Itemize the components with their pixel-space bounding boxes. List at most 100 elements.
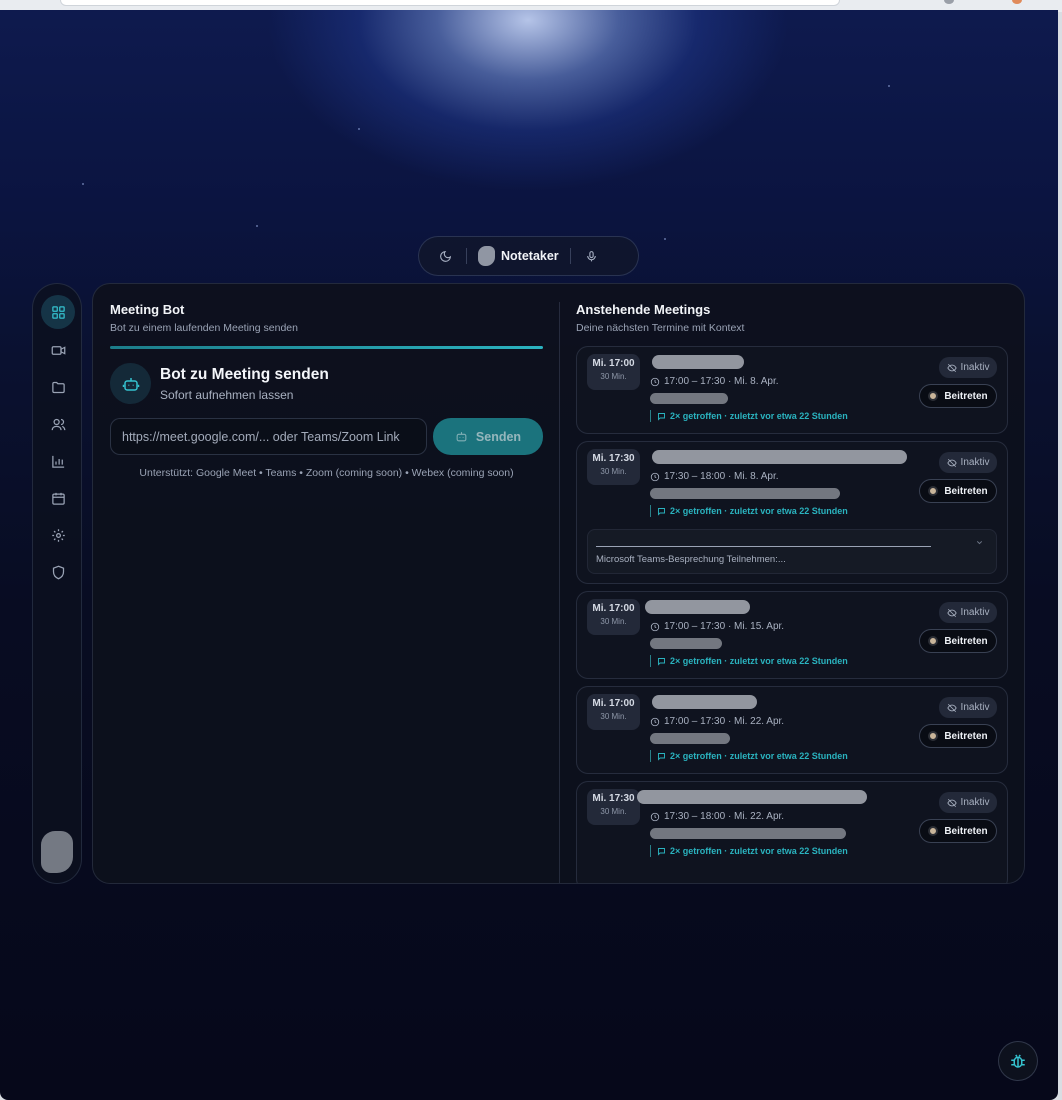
- accent-bar: [110, 346, 543, 349]
- star: [256, 225, 258, 227]
- meeting-bot-panel: Meeting Bot Bot zu einem laufenden Meeti…: [110, 302, 543, 479]
- status-badge[interactable]: Inaktiv: [939, 602, 997, 623]
- upcoming-header: Anstehende Meetings Deine nächsten Termi…: [576, 302, 1008, 334]
- join-label: Beitreten: [944, 635, 988, 647]
- meeting-context-text: 2× getroffen · zuletzt vor etwa 22 Stund…: [670, 751, 848, 761]
- eye-off-icon: [946, 703, 957, 712]
- sidebar-item-dashboard[interactable]: [41, 295, 75, 329]
- chevron-down-icon: [976, 541, 983, 545]
- message-icon: [658, 752, 665, 761]
- browser-extension-icon[interactable]: [1012, 0, 1022, 4]
- bot-icon-wrap: [110, 363, 151, 404]
- sidebar: [32, 283, 82, 884]
- join-label: Beitreten: [944, 730, 988, 742]
- meeting-duration: 30 Min.: [600, 372, 627, 381]
- send-button[interactable]: Senden: [433, 418, 543, 455]
- date-badge: Mi. 17:00 30 Min.: [587, 694, 640, 730]
- sidebar-item-recordings[interactable]: [41, 333, 75, 367]
- meeting-context: 2× getroffen · zuletzt vor etwa 22 Stund…: [650, 410, 848, 422]
- send-bot-title: Bot zu Meeting senden: [160, 365, 329, 383]
- user-avatar[interactable]: [41, 831, 73, 873]
- meeting-duration: 30 Min.: [600, 617, 627, 626]
- main-card: Meeting Bot Bot zu einem laufenden Meeti…: [92, 283, 1025, 884]
- meeting-attendees: [650, 393, 728, 404]
- sidebar-item-analytics[interactable]: [41, 444, 75, 478]
- sidebar-item-contacts[interactable]: [41, 407, 75, 441]
- send-button-label: Senden: [475, 429, 522, 444]
- sidebar-item-files[interactable]: [41, 370, 75, 404]
- attendees-redacted: [650, 638, 722, 649]
- join-button[interactable]: Beitreten: [919, 629, 997, 653]
- meeting-context: 2× getroffen · zuletzt vor etwa 22 Stund…: [650, 505, 848, 517]
- eye-off-icon: [946, 363, 957, 372]
- attendees-redacted: [650, 488, 840, 499]
- meeting-duration: 30 Min.: [600, 712, 627, 721]
- browser-address-bar[interactable]: [60, 0, 840, 6]
- meeting-attendees: [650, 828, 846, 839]
- star: [664, 238, 666, 240]
- join-avatar-icon: [928, 636, 939, 646]
- join-button[interactable]: Beitreten: [919, 384, 997, 408]
- message-icon: [658, 847, 665, 856]
- meeting-card[interactable]: Mi. 17:30 30 Min. 17:30 – 18:00 · Mi. 8.…: [576, 441, 1008, 584]
- folder-icon: [51, 381, 65, 393]
- meeting-context-text: 2× getroffen · zuletzt vor etwa 22 Stund…: [670, 846, 848, 856]
- meeting-time-text: 17:30 – 18:00 · Mi. 8. Apr.: [664, 471, 779, 482]
- meeting-day: Mi. 17:00: [592, 603, 635, 614]
- join-button[interactable]: Beitreten: [919, 724, 997, 748]
- sidebar-item-settings[interactable]: [41, 518, 75, 552]
- meeting-card[interactable]: Mi. 17:00 30 Min. 17:00 – 17:30 · Mi. 15…: [576, 591, 1008, 679]
- join-button[interactable]: Beitreten: [919, 819, 997, 843]
- status-badge[interactable]: Inaktiv: [939, 452, 997, 473]
- star: [82, 183, 84, 185]
- meeting-url-input[interactable]: [110, 418, 427, 455]
- attendees-redacted: [650, 393, 728, 404]
- brand-name: Notetaker: [501, 249, 559, 263]
- meeting-title-redacted: [637, 790, 867, 804]
- bug-icon: [1011, 1054, 1025, 1068]
- browser-profile-icon[interactable]: [944, 0, 954, 4]
- moon-icon[interactable]: [435, 246, 455, 266]
- brand[interactable]: Notetaker: [478, 246, 559, 266]
- send-row: Senden: [110, 418, 543, 455]
- bot-icon: [122, 377, 139, 391]
- settings-icon: [51, 528, 65, 542]
- status-badge[interactable]: Inaktiv: [939, 792, 997, 813]
- divider: [569, 248, 571, 264]
- meeting-time-text: 17:00 – 17:30 · Mi. 15. Apr.: [664, 621, 785, 632]
- divider: [466, 248, 467, 264]
- status-badge[interactable]: Inaktiv: [939, 357, 997, 378]
- date-badge: Mi. 17:00 30 Min.: [587, 354, 640, 390]
- upcoming-title: Anstehende Meetings: [576, 302, 711, 317]
- meeting-description[interactable]: Microsoft Teams-Besprechung Teilnehmen:.…: [587, 529, 997, 574]
- meeting-time: 17:00 – 17:30 · Mi. 22. Apr.: [650, 716, 784, 727]
- microphone-icon[interactable]: [582, 246, 602, 266]
- clock-icon: [650, 472, 660, 481]
- join-avatar-icon: [928, 731, 939, 741]
- top-bar: Notetaker: [418, 236, 639, 276]
- meeting-context-text: 2× getroffen · zuletzt vor etwa 22 Stund…: [670, 506, 848, 516]
- bot-header: Bot zu Meeting senden Sofort aufnehmen l…: [110, 363, 543, 404]
- clock-icon: [650, 812, 660, 821]
- date-badge: Mi. 17:00 30 Min.: [587, 599, 640, 635]
- meeting-title-redacted: [652, 355, 744, 369]
- status-label: Inaktiv: [960, 607, 990, 618]
- sidebar-item-calendar[interactable]: [41, 481, 75, 515]
- join-button[interactable]: Beitreten: [919, 479, 997, 503]
- meeting-card[interactable]: Mi. 17:30 30 Min. 17:30 – 18:00 · Mi. 22…: [576, 781, 1008, 883]
- meeting-time: 17:00 – 17:30 · Mi. 8. Apr.: [650, 376, 779, 387]
- meeting-time: 17:30 – 18:00 · Mi. 8. Apr.: [650, 471, 779, 482]
- sidebar-item-security[interactable]: [41, 555, 75, 589]
- status-badge[interactable]: Inaktiv: [939, 697, 997, 718]
- eye-off-icon: [946, 458, 957, 467]
- debug-button[interactable]: [998, 1041, 1038, 1081]
- dashboard-icon: [51, 305, 65, 319]
- users-icon: [51, 418, 65, 430]
- meeting-list: Mi. 17:00 30 Min. 17:00 – 17:30 · Mi. 8.…: [576, 346, 1008, 883]
- clock-icon: [650, 622, 660, 631]
- meeting-card[interactable]: Mi. 17:00 30 Min. 17:00 – 17:30 · Mi. 8.…: [576, 346, 1008, 434]
- meeting-card[interactable]: Mi. 17:00 30 Min. 17:00 – 17:30 · Mi. 22…: [576, 686, 1008, 774]
- meeting-context: 2× getroffen · zuletzt vor etwa 22 Stund…: [650, 655, 848, 667]
- column-divider: [559, 302, 560, 883]
- meeting-attendees: [650, 638, 722, 649]
